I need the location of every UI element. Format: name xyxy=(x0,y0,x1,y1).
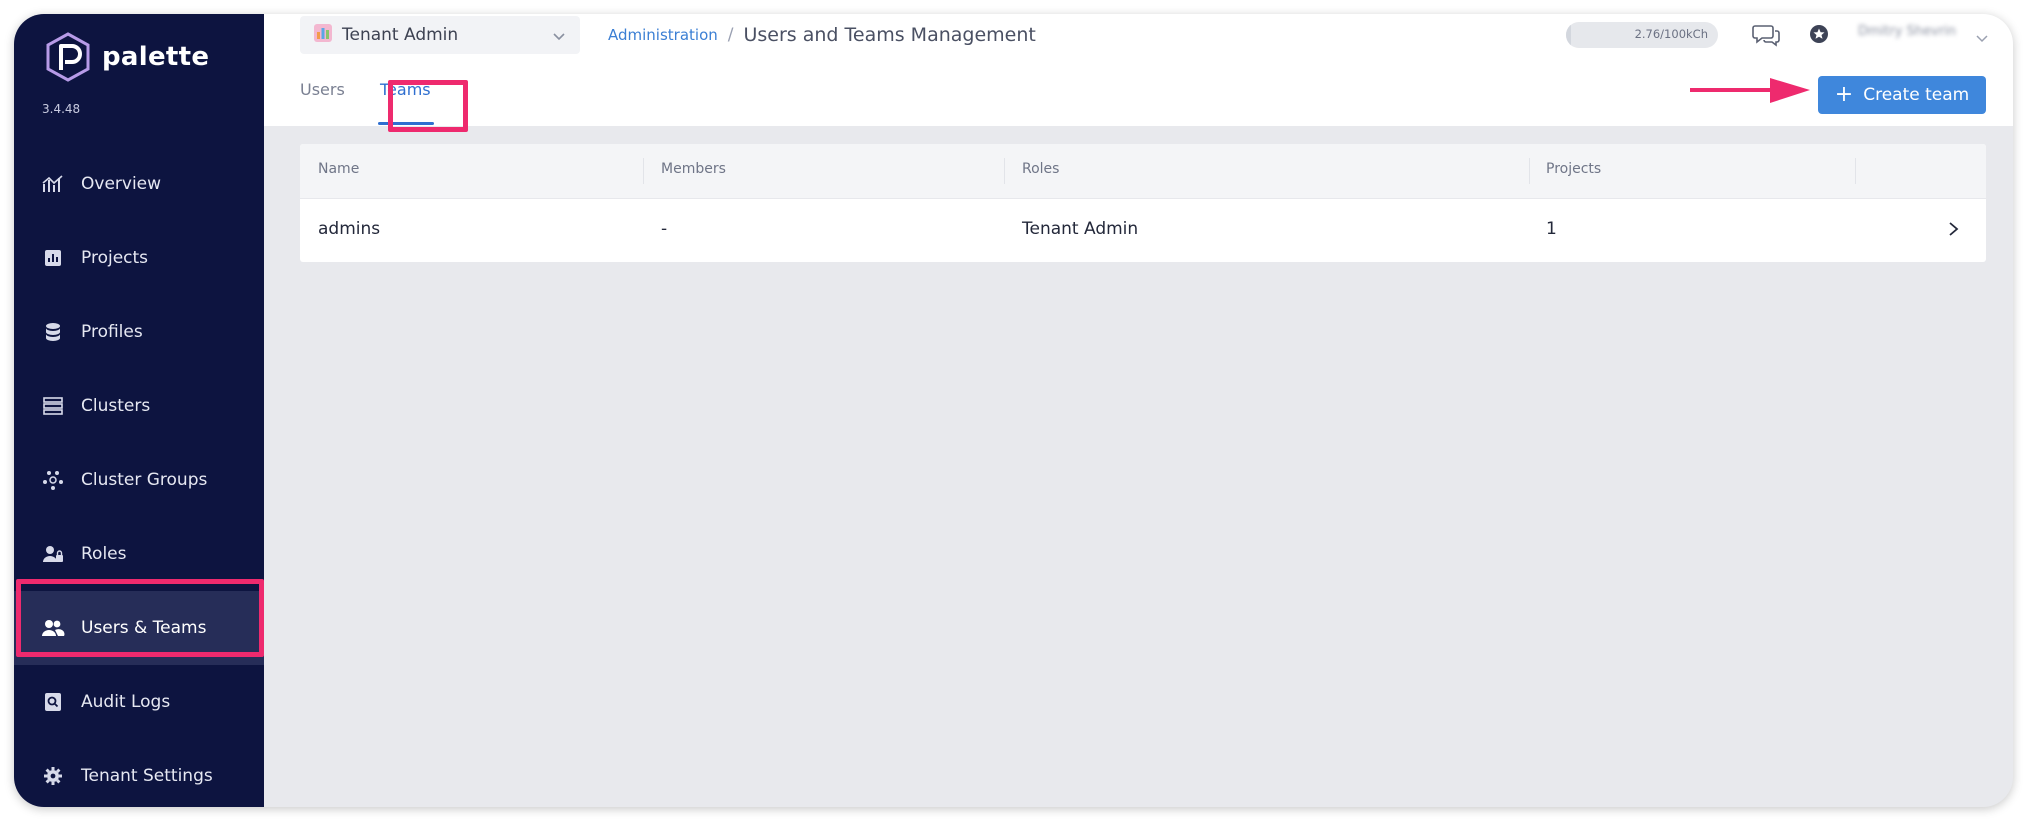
scope-label: Tenant Admin xyxy=(342,25,459,45)
tenant-icon xyxy=(314,24,332,46)
chevron-down-icon xyxy=(552,27,566,46)
clusters-icon xyxy=(41,394,65,418)
chevron-down-icon[interactable] xyxy=(1976,28,1988,47)
sidebar-item-projects[interactable]: Projects xyxy=(14,221,264,295)
column-header-projects[interactable]: Projects xyxy=(1546,161,1601,177)
overview-icon xyxy=(41,172,65,196)
app-window: palette 3.4.48 Overview Projects Profile… xyxy=(14,14,2013,807)
sidebar-item-overview[interactable]: Overview xyxy=(14,147,264,221)
palette-logo-icon xyxy=(46,32,90,82)
roles-icon xyxy=(41,542,65,566)
highlight-box-teams-tab xyxy=(388,80,468,132)
gear-icon xyxy=(41,764,65,788)
sidebar-item-label: Projects xyxy=(81,248,149,268)
tab-users[interactable]: Users xyxy=(300,80,345,99)
sidebar-item-label: Overview xyxy=(81,174,162,194)
plus-icon: + xyxy=(1834,82,1854,107)
pointer-arrow-icon xyxy=(1690,78,1810,103)
cell-name: admins xyxy=(318,219,381,239)
credits-usage-text: 2.76/100kCh xyxy=(1634,27,1708,41)
logo[interactable]: palette xyxy=(44,32,209,82)
sidebar-item-label: Tenant Settings xyxy=(81,766,213,786)
sidebar-item-clusters[interactable]: Clusters xyxy=(14,369,264,443)
top-bar: Tenant Admin Administration / Users and … xyxy=(264,14,2013,132)
create-team-label: Create team xyxy=(1863,85,1970,105)
sidebar-item-label: Clusters xyxy=(81,396,151,416)
sidebar-item-label: Profiles xyxy=(81,322,143,342)
chat-icon[interactable] xyxy=(1752,22,1782,52)
user-name[interactable]: Dmitry Shevrin xyxy=(1858,24,1956,39)
cluster-groups-icon xyxy=(41,468,65,492)
table-header: Name Members Roles Projects xyxy=(300,144,1986,199)
sidebar-item-audit-logs[interactable]: Audit Logs xyxy=(14,665,264,739)
sidebar-item-label: Cluster Groups xyxy=(81,470,208,490)
table-row[interactable]: admins - Tenant Admin 1 xyxy=(300,199,1986,262)
breadcrumb-separator: / xyxy=(727,25,734,45)
sidebar-item-label: Audit Logs xyxy=(81,692,171,712)
profiles-icon xyxy=(41,320,65,344)
cell-members: - xyxy=(661,219,668,239)
sidebar: palette 3.4.48 Overview Projects Profile… xyxy=(14,14,264,807)
sidebar-item-cluster-groups[interactable]: Cluster Groups xyxy=(14,443,264,517)
app-name: palette xyxy=(102,42,210,72)
cell-projects: 1 xyxy=(1546,219,1557,239)
app-version: 3.4.48 xyxy=(42,102,81,116)
column-divider xyxy=(1855,158,1856,184)
highlight-box-users-teams xyxy=(16,579,264,657)
sidebar-item-profiles[interactable]: Profiles xyxy=(14,295,264,369)
scope-selector[interactable]: Tenant Admin xyxy=(300,16,580,54)
cell-roles: Tenant Admin xyxy=(1022,219,1139,239)
sidebar-item-tenant-settings[interactable]: Tenant Settings xyxy=(14,739,264,807)
teams-table: Name Members Roles Projects admins - Ten… xyxy=(300,144,1986,262)
create-team-button[interactable]: + Create team xyxy=(1818,76,1986,114)
chevron-right-icon[interactable] xyxy=(1948,221,1960,241)
breadcrumb-link-administration[interactable]: Administration xyxy=(608,26,718,44)
credits-usage-bar[interactable]: 2.76/100kCh xyxy=(1566,22,1718,48)
star-badge-icon[interactable] xyxy=(1809,24,1829,48)
column-divider xyxy=(1529,158,1530,184)
column-header-members[interactable]: Members xyxy=(661,161,726,177)
column-divider xyxy=(1004,158,1005,184)
column-header-name[interactable]: Name xyxy=(318,161,359,177)
main-content: Tenant Admin Administration / Users and … xyxy=(264,14,2013,807)
breadcrumb: Administration / Users and Teams Managem… xyxy=(608,24,1036,46)
sidebar-item-label: Roles xyxy=(81,544,127,564)
column-header-roles[interactable]: Roles xyxy=(1022,161,1059,177)
credits-usage-fill xyxy=(1566,22,1571,48)
column-divider xyxy=(643,158,644,184)
projects-icon xyxy=(41,246,65,270)
page-title: Users and Teams Management xyxy=(743,24,1036,46)
audit-logs-icon xyxy=(41,690,65,714)
